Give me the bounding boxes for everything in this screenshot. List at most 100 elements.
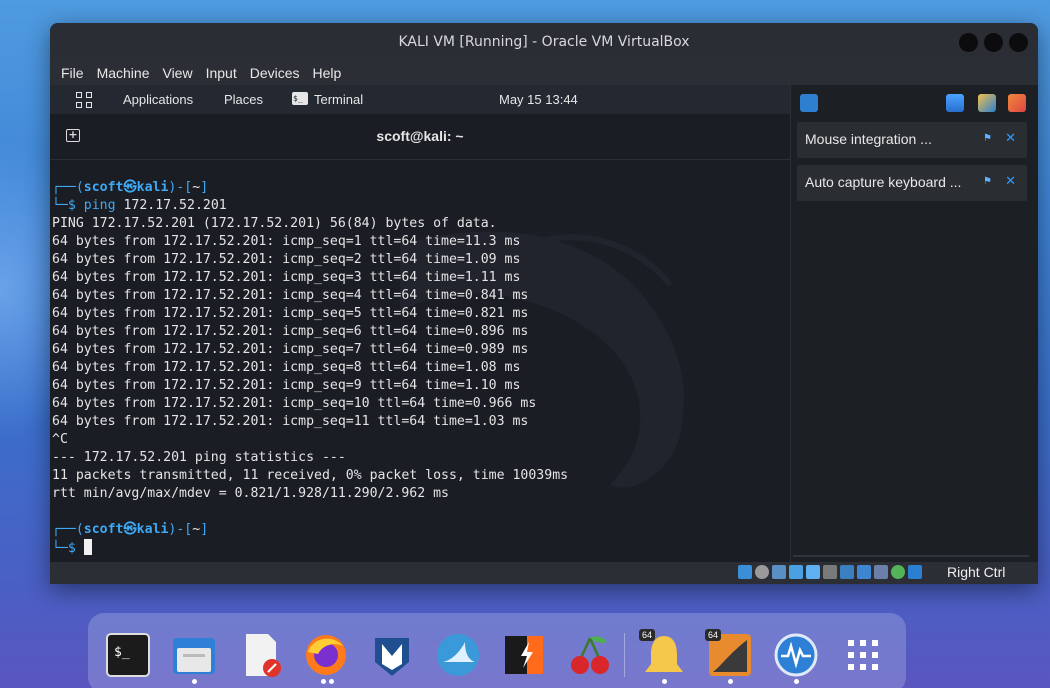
dock-metasploit[interactable]: [369, 632, 415, 678]
vm-statusbar: Right Ctrl: [50, 562, 1038, 584]
ping-output: PING 172.17.52.201 (172.17.52.201) 56(84…: [52, 215, 788, 503]
close-button[interactable]: [1009, 33, 1028, 52]
minimize-button[interactable]: [959, 33, 978, 52]
notification-center: Mouse integration ... ⚑ ✕ Auto capture k…: [790, 85, 1038, 562]
running-indicator: [662, 679, 667, 684]
panel-clock[interactable]: May 15 13:44: [499, 92, 578, 107]
notification-icon[interactable]: [800, 94, 818, 112]
dock-files[interactable]: [171, 632, 217, 678]
output-line: 64 bytes from 172.17.52.201: icmp_seq=4 …: [52, 288, 529, 303]
pin-icon[interactable]: ⚑: [983, 134, 993, 144]
output-line: 64 bytes from 172.17.52.201: icmp_seq=10…: [52, 396, 537, 411]
close-icon[interactable]: ✕: [1005, 175, 1016, 188]
usb-icon[interactable]: [806, 565, 820, 579]
guest-screen[interactable]: Applications Places $_ Terminal May 15 1…: [50, 85, 790, 562]
dock-show-apps[interactable]: [840, 632, 886, 678]
dock-virtualbox-app-2[interactable]: 64: [705, 629, 753, 678]
prompt-dir: ~: [192, 180, 201, 195]
display-icon[interactable]: [840, 565, 854, 579]
notification-auto-capture[interactable]: Auto capture keyboard ... ⚑ ✕: [797, 165, 1027, 201]
close-icon[interactable]: ✕: [1005, 132, 1016, 145]
wireshark-icon: [437, 634, 479, 676]
places-menu[interactable]: Places: [224, 92, 263, 107]
command-name: ping: [83, 198, 116, 213]
notification-label: Mouse integration ...: [805, 131, 932, 147]
mouse-integration-icon[interactable]: [891, 565, 905, 579]
app-grid-icon: [848, 640, 878, 670]
host-key-label: Right Ctrl: [947, 564, 1006, 580]
prompt-at: ㉿: [123, 522, 137, 537]
running-indicator: [794, 679, 799, 684]
prompt-dir: ~: [192, 522, 201, 537]
running-indicator: [192, 679, 197, 684]
menu-machine[interactable]: Machine: [97, 65, 150, 81]
terminal-headerbar: + scoft@kali: ~: [50, 114, 790, 160]
output-line: 64 bytes from 172.17.52.201: icmp_seq=7 …: [52, 342, 529, 357]
recording-icon[interactable]: [857, 565, 871, 579]
output-line: 64 bytes from 172.17.52.201: icmp_seq=6 …: [52, 324, 529, 339]
dock-virtualbox-app-1[interactable]: 64: [639, 629, 687, 678]
dock-firefox[interactable]: [303, 632, 349, 678]
menu-help[interactable]: Help: [313, 65, 342, 81]
output-line: 64 bytes from 172.17.52.201: icmp_seq=1 …: [52, 234, 521, 249]
notification-mouse-integration[interactable]: Mouse integration ... ⚑ ✕: [797, 122, 1027, 158]
kali-top-panel: Applications Places $_ Terminal May 15 1…: [50, 85, 790, 114]
dock-separator: [624, 633, 625, 677]
input-line[interactable]: └─$: [52, 539, 788, 557]
dock-burpsuite[interactable]: [501, 632, 547, 678]
app-grid-icon[interactable]: [76, 92, 92, 108]
output-line: 64 bytes from 172.17.52.201: icmp_seq=3 …: [52, 270, 521, 285]
terminal-output[interactable]: ┌──(scoft㉿kali)-[~] └─$ ping 172.17.52.2…: [52, 179, 788, 559]
firefox-icon: [306, 635, 346, 675]
dock-system-monitor[interactable]: [773, 632, 819, 678]
applications-menu[interactable]: Applications: [123, 92, 193, 107]
prompt-host: kali: [136, 180, 169, 195]
arch-badge: 64: [705, 629, 722, 641]
arch-badge: 64: [639, 629, 656, 641]
output-line: 11 packets transmitted, 11 received, 0% …: [52, 468, 569, 483]
running-indicator: [329, 679, 334, 684]
menu-devices[interactable]: Devices: [250, 65, 300, 81]
menu-view[interactable]: View: [162, 65, 192, 81]
pin-all-icon[interactable]: [978, 94, 996, 112]
dock-wireshark[interactable]: [435, 632, 481, 678]
virtualization-icon[interactable]: [874, 565, 888, 579]
prompt-line: ┌──(scoft㉿kali)-[~]: [52, 522, 209, 537]
notification-label: Auto capture keyboard ...: [805, 174, 962, 190]
maximize-button[interactable]: [984, 33, 1003, 52]
optical-drive-icon[interactable]: [755, 565, 769, 579]
dock-text-editor[interactable]: [238, 632, 284, 678]
prompt-line: ┌──(scoft㉿kali)-[~]: [52, 180, 209, 195]
running-indicator: [728, 679, 733, 684]
audio-icon[interactable]: [772, 565, 786, 579]
cherry-icon: [571, 636, 609, 674]
system-monitor-icon: [774, 633, 818, 677]
dock-terminal[interactable]: $_: [105, 632, 151, 678]
terminal-title: scoft@kali: ~: [376, 128, 464, 144]
shared-folders-icon[interactable]: [823, 565, 837, 579]
prompt-at: ㉿: [123, 180, 137, 195]
output-line: PING 172.17.52.201 (172.17.52.201) 56(84…: [52, 216, 497, 231]
keyboard-capture-icon[interactable]: [908, 565, 922, 579]
text-cursor: [83, 539, 92, 555]
command-line: └─$ ping 172.17.52.201: [52, 198, 227, 213]
hard-disk-icon[interactable]: [738, 565, 752, 579]
terminal-icon: $_: [106, 633, 150, 677]
terminal-taskbar-item[interactable]: Terminal: [314, 92, 363, 107]
clear-all-icon[interactable]: [1008, 94, 1026, 112]
output-line: 64 bytes from 172.17.52.201: icmp_seq=8 …: [52, 360, 521, 375]
pin-icon[interactable]: ⚑: [983, 177, 993, 187]
menubar: File Machine View Input Devices Help: [50, 61, 1038, 85]
window-titlebar[interactable]: KALI VM [Running] - Oracle VM VirtualBox: [50, 23, 1038, 61]
network-icon[interactable]: [789, 565, 803, 579]
divider: [793, 555, 1029, 557]
output-line: rtt min/avg/max/mdev = 0.821/1.928/11.29…: [52, 486, 449, 501]
folder-icon: [173, 638, 215, 674]
dock-cherrytree[interactable]: [567, 632, 613, 678]
prompt-user: scoft: [83, 522, 124, 537]
menu-input[interactable]: Input: [206, 65, 237, 81]
sort-icon[interactable]: [946, 94, 964, 112]
menu-file[interactable]: File: [61, 65, 84, 81]
running-indicator: [321, 679, 326, 684]
virtualbox-window: KALI VM [Running] - Oracle VM VirtualBox…: [50, 23, 1038, 584]
